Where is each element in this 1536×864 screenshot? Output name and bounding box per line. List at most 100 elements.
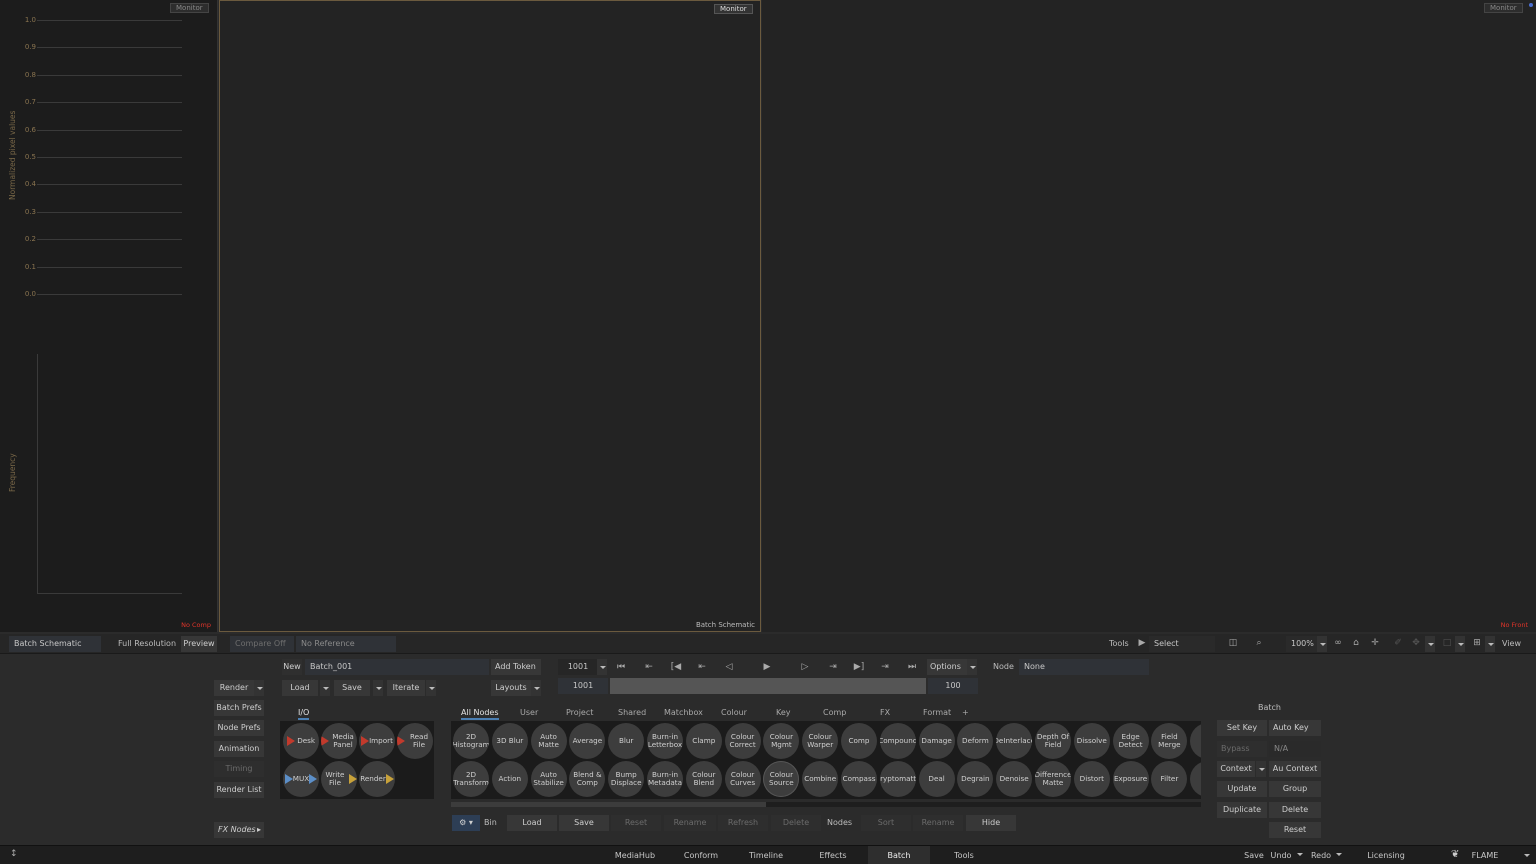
node-field[interactable]: None <box>1019 659 1149 675</box>
licensing-button[interactable]: Licensing <box>1364 846 1408 864</box>
options-dropdown[interactable] <box>967 659 977 675</box>
pan-icon[interactable]: ✛ <box>1368 636 1382 650</box>
node-2d-histogram[interactable]: 2D Histogram <box>453 723 489 759</box>
node-deinterlace[interactable]: DeInterlace <box>996 723 1033 759</box>
tab-matchbox[interactable]: Matchbox <box>664 706 703 720</box>
node-degrain[interactable]: Degrain <box>957 761 994 797</box>
node-bump-displace[interactable]: Bump Displace <box>608 761 645 797</box>
in-point-icon[interactable]: [◀ <box>669 660 683 674</box>
set-key-button[interactable]: Set Key <box>1217 720 1267 736</box>
range-start-field[interactable]: 1001 <box>558 678 608 694</box>
auto-key-button[interactable]: Auto Key <box>1269 720 1321 736</box>
right-viewer[interactable]: Monitor No Front <box>762 0 1536 632</box>
add-view-icon[interactable]: ⊞ <box>1470 636 1484 650</box>
tab-fx[interactable]: FX <box>880 706 890 720</box>
next-mark-icon[interactable]: ⇥ <box>826 660 840 674</box>
prev-key-icon[interactable]: ⇤ <box>642 660 656 674</box>
node-combine[interactable]: Combine <box>802 761 839 797</box>
node-comp[interactable]: Comp <box>841 723 877 759</box>
load-dropdown[interactable] <box>320 680 330 696</box>
io-node-desk[interactable]: Desk <box>283 723 319 759</box>
tab-key[interactable]: Key <box>776 706 791 720</box>
node-damage[interactable]: Damage <box>918 723 955 759</box>
split-view-icon[interactable]: ◫ <box>1226 636 1240 650</box>
home-icon[interactable]: ⌂ <box>1349 636 1363 650</box>
scrollbar-thumb[interactable] <box>451 802 766 807</box>
bottom-tab-batch[interactable]: Batch <box>868 846 930 864</box>
node-deform[interactable]: Deform <box>957 723 994 759</box>
save-button[interactable]: Save <box>334 680 370 696</box>
redo-dropdown[interactable] <box>1334 850 1344 862</box>
node-deal[interactable]: Deal <box>918 761 955 797</box>
add-view-dropdown[interactable] <box>1485 636 1495 652</box>
select-tool-field[interactable]: Select <box>1149 636 1215 652</box>
render-dropdown[interactable] <box>254 680 264 696</box>
node-distort[interactable]: Distort <box>1073 761 1110 797</box>
load-button[interactable]: Load <box>282 680 318 696</box>
io-node-import[interactable]: Import <box>359 723 395 759</box>
node-3d-blur[interactable]: 3D Blur <box>491 723 528 759</box>
context-dropdown[interactable] <box>1256 761 1266 777</box>
group-button[interactable]: Group <box>1269 781 1321 797</box>
io-node-read-file[interactable]: Read File <box>397 723 433 759</box>
search-icon[interactable]: ⌕ <box>1252 636 1266 650</box>
node-grid-scrollbar[interactable] <box>451 802 1201 807</box>
batch-schematic-viewer[interactable]: Monitor Batch Schematic <box>219 0 761 632</box>
tab-colour[interactable]: Colour <box>721 706 747 720</box>
bottom-tab-conform[interactable]: Conform <box>680 846 722 864</box>
view-menu[interactable]: View <box>1502 636 1521 652</box>
node-colour-source[interactable]: Colour Source <box>763 761 800 797</box>
next-key-icon[interactable]: ⇥ <box>878 660 892 674</box>
node-average[interactable]: Average <box>569 723 606 759</box>
node-freq[interactable]: Freq <box>1190 761 1201 797</box>
node-prefs-button[interactable]: Node Prefs <box>214 720 264 736</box>
bottom-tab-timeline[interactable]: Timeline <box>745 846 787 864</box>
node-dissolve[interactable]: Dissolve <box>1073 723 1110 759</box>
delete-button[interactable]: Delete <box>1269 802 1321 818</box>
compare-field[interactable]: Compare Off <box>230 636 294 652</box>
node-empty[interactable] <box>1190 723 1201 759</box>
move-dropdown[interactable] <box>1425 636 1435 652</box>
node-burn-in-metadata[interactable]: Burn-in Metadata <box>647 761 683 797</box>
node-field-merge[interactable]: Field Merge <box>1151 723 1188 759</box>
link-icon[interactable]: ∞ <box>1331 636 1345 650</box>
update-button[interactable]: Update <box>1217 781 1267 797</box>
play-icon[interactable]: ▶ <box>760 660 774 674</box>
tab-format[interactable]: Format <box>923 706 951 720</box>
zoom-dropdown[interactable] <box>1317 636 1327 652</box>
node-clamp[interactable]: Clamp <box>685 723 722 759</box>
render-button[interactable]: Render <box>214 680 254 696</box>
nodes-sort-button[interactable]: Sort <box>861 815 911 831</box>
full-resolution-button[interactable]: Full Resolution <box>118 636 176 652</box>
node-edge-detect[interactable]: Edge Detect <box>1112 723 1149 759</box>
sort-arrows-icon[interactable]: ↕ <box>10 849 18 859</box>
options-button[interactable]: Options <box>927 659 969 675</box>
animation-button[interactable]: Animation <box>214 741 264 757</box>
bin-refresh-button[interactable]: Refresh <box>718 815 768 831</box>
frame-field[interactable]: 1001 <box>558 659 598 675</box>
bottom-tab-mediahub[interactable]: MediaHub <box>607 846 663 864</box>
layouts-button[interactable]: Layouts <box>491 680 531 696</box>
undo-dropdown[interactable] <box>1295 850 1305 862</box>
duplicate-button[interactable]: Duplicate <box>1217 802 1267 818</box>
node-denoise[interactable]: Denoise <box>996 761 1033 797</box>
nodes-hide-button[interactable]: Hide <box>966 815 1016 831</box>
node-colour-warper[interactable]: Colour Warper <box>802 723 839 759</box>
node-cryptomatte[interactable]: Cryptomatte <box>879 761 916 797</box>
node-colour-curves[interactable]: Colour Curves <box>724 761 761 797</box>
io-node-mux[interactable]: MUX <box>283 761 319 797</box>
chevron-down-icon[interactable] <box>1524 854 1530 857</box>
new-batch-button[interactable]: New <box>282 659 302 675</box>
step-forward-icon[interactable]: ▷ <box>798 660 812 674</box>
bottom-tab-tools[interactable]: Tools <box>935 846 993 864</box>
bin-delete-button[interactable]: Delete <box>771 815 821 831</box>
node-action[interactable]: Action <box>491 761 528 797</box>
redo-button[interactable]: Redo <box>1309 846 1333 864</box>
node-auto-matte[interactable]: Auto Matte <box>530 723 567 759</box>
view-mode-field[interactable]: Batch Schematic <box>9 636 101 652</box>
pick-icon[interactable]: ✐ <box>1391 636 1405 650</box>
node-depth-of-field[interactable]: Depth Of Field <box>1035 723 1071 759</box>
reset-button[interactable]: Reset <box>1269 822 1321 838</box>
node-blend-comp[interactable]: Blend & Comp <box>569 761 606 797</box>
node-colour-blend[interactable]: Colour Blend <box>685 761 722 797</box>
